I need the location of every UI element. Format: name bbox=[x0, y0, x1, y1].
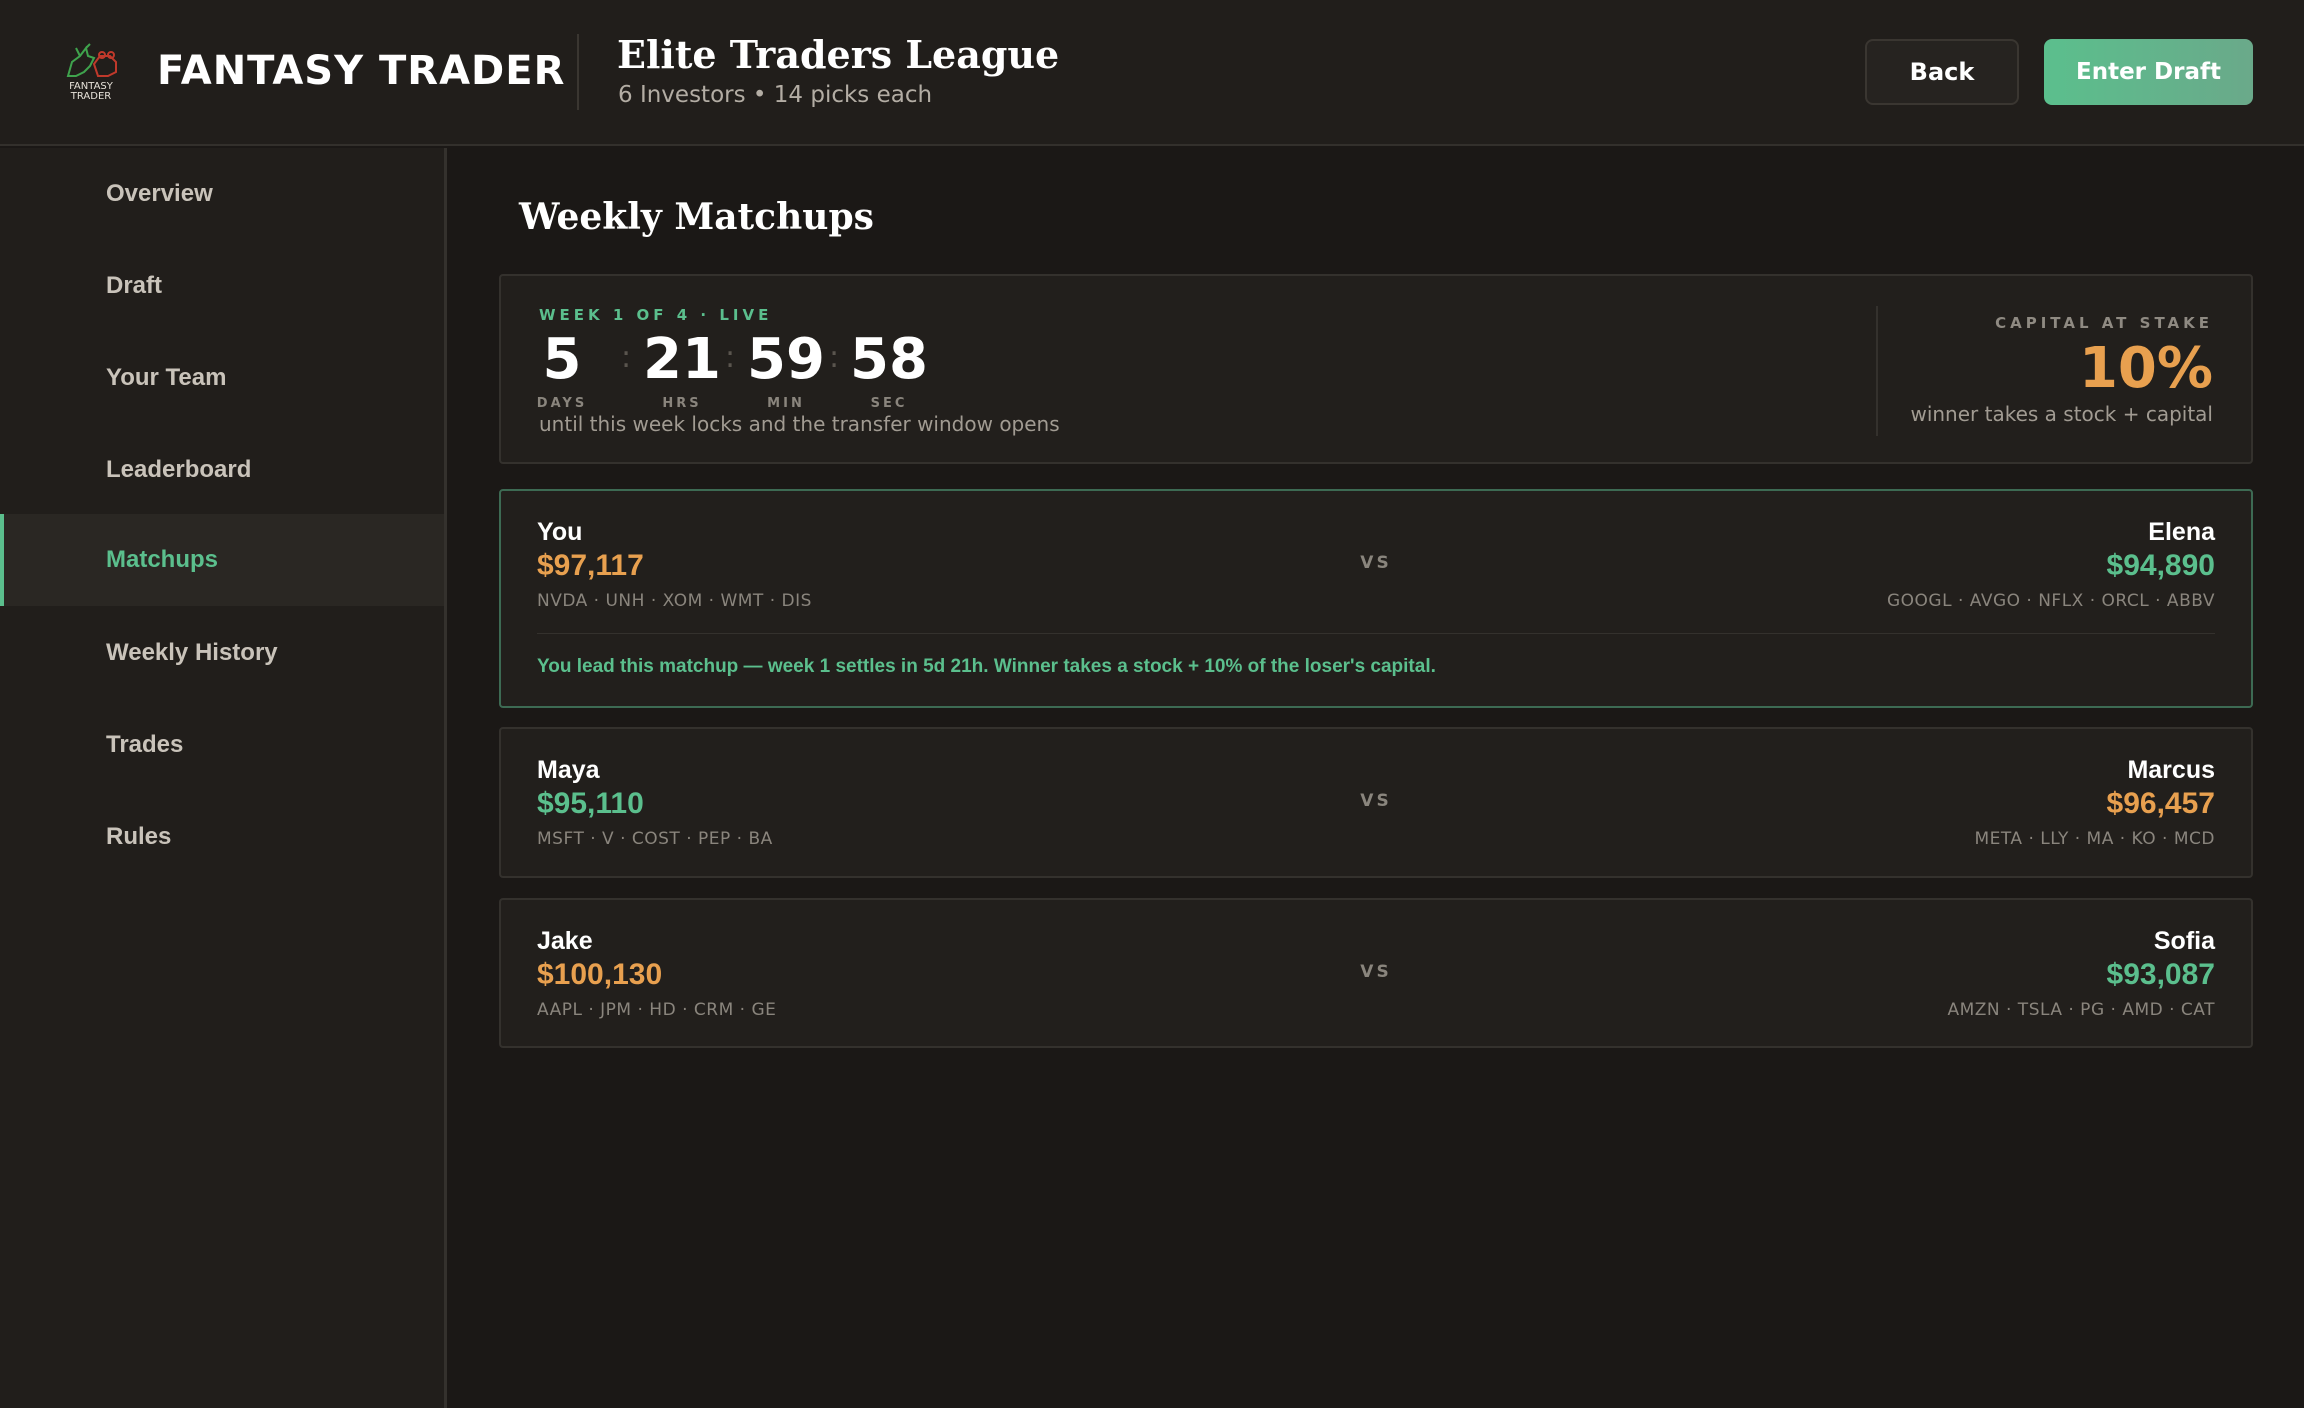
countdown-separator: : bbox=[621, 340, 632, 375]
countdown-days-value: 5 bbox=[542, 327, 582, 392]
matchup-lead-note: You lead this matchup — week 1 settles i… bbox=[537, 656, 1436, 677]
logo-text: FANTASY TRADER bbox=[69, 81, 113, 102]
sidebar-item-draft[interactable]: Draft bbox=[0, 240, 444, 332]
player-tickers: MSFT · V · COST · PEP · BA bbox=[537, 829, 773, 849]
countdown-days: 5 DAYS bbox=[527, 327, 597, 412]
week-status-label: WEEK 1 OF 4 · LIVE bbox=[539, 306, 773, 324]
countdown-separator: : bbox=[725, 340, 736, 375]
capital-stake-value: 10% bbox=[2078, 336, 2213, 401]
matchup-card[interactable]: You $97,117 NVDA · UNH · XOM · WMT · DIS… bbox=[499, 489, 2253, 708]
player-tickers: NVDA · UNH · XOM · WMT · DIS bbox=[537, 591, 812, 611]
countdown-separator: : bbox=[829, 340, 840, 375]
back-button[interactable]: Back bbox=[1865, 39, 2019, 105]
matchup-card[interactable]: Jake $100,130 AAPL · JPM · HD · CRM · GE… bbox=[499, 898, 2253, 1048]
brand-name: FANTASY TRADER bbox=[157, 48, 566, 94]
countdown-minutes-label: MIN bbox=[767, 396, 805, 411]
matchup-divider bbox=[537, 633, 2215, 634]
capital-stake-label: CAPITAL AT STAKE bbox=[1995, 314, 2213, 332]
league-subtitle: 6 Investors • 14 picks each bbox=[618, 82, 933, 108]
week-countdown-card: WEEK 1 OF 4 · LIVE 5 DAYS : 21 HRS : 59 … bbox=[499, 274, 2253, 464]
player-value: $96,457 bbox=[2106, 787, 2215, 820]
player-tickers: AMZN · TSLA · PG · AMD · CAT bbox=[1947, 1000, 2215, 1020]
player-value: $94,890 bbox=[2106, 549, 2215, 582]
player-tickers: AAPL · JPM · HD · CRM · GE bbox=[537, 1000, 777, 1020]
sidebar-item-your-team[interactable]: Your Team bbox=[0, 332, 444, 424]
countdown-seconds: 58 SEC bbox=[844, 327, 934, 412]
player-value: $93,087 bbox=[2106, 958, 2215, 991]
sidebar-item-overview[interactable]: Overview bbox=[0, 148, 444, 240]
matchup-right-player: Sofia $93,087 AMZN · TSLA · PG · AMD · C… bbox=[1947, 926, 2215, 1020]
top-header: FANTASY TRADER FANTASY TRADER Elite Trad… bbox=[0, 0, 2304, 146]
sidebar-item-matchups[interactable]: Matchups bbox=[0, 514, 444, 606]
enter-draft-button[interactable]: Enter Draft bbox=[2044, 39, 2253, 105]
countdown-minutes-value: 59 bbox=[747, 327, 825, 392]
countdown-note: until this week locks and the transfer w… bbox=[539, 412, 1060, 436]
page-title: Weekly Matchups bbox=[519, 196, 874, 238]
sidebar-item-leaderboard[interactable]: Leaderboard bbox=[0, 424, 444, 516]
matchup-card[interactable]: Maya $95,110 MSFT · V · COST · PEP · BA … bbox=[499, 727, 2253, 878]
countdown-divider bbox=[1876, 306, 1878, 436]
player-name: Marcus bbox=[2127, 756, 2215, 784]
player-name: Jake bbox=[537, 927, 593, 955]
sidebar-nav: Overview Draft Your Team Leaderboard Mat… bbox=[0, 148, 447, 1408]
player-name: Maya bbox=[537, 756, 600, 784]
player-name: Sofia bbox=[2153, 927, 2215, 955]
countdown-minutes: 59 MIN bbox=[741, 327, 831, 412]
sidebar-item-rules[interactable]: Rules bbox=[0, 791, 444, 883]
countdown-seconds-label: SEC bbox=[870, 396, 908, 411]
sidebar-item-trades[interactable]: Trades bbox=[0, 699, 444, 791]
sidebar-item-weekly-history[interactable]: Weekly History bbox=[0, 607, 444, 699]
capital-stake-note: winner takes a stock + capital bbox=[1910, 402, 2213, 426]
countdown-seconds-value: 58 bbox=[850, 327, 928, 392]
player-name: Elena bbox=[2148, 518, 2215, 546]
player-tickers: META · LLY · MA · KO · MCD bbox=[1974, 829, 2215, 849]
player-tickers: GOOGL · AVGO · NFLX · ORCL · ABBV bbox=[1886, 591, 2215, 611]
header-divider bbox=[577, 34, 579, 110]
matchup-right-player: Marcus $96,457 META · LLY · MA · KO · MC… bbox=[1974, 755, 2215, 849]
countdown-hours-value: 21 bbox=[643, 327, 721, 392]
app-logo: FANTASY TRADER bbox=[58, 42, 124, 102]
countdown-days-label: DAYS bbox=[536, 396, 588, 411]
countdown-hours: 21 HRS bbox=[637, 327, 727, 412]
player-name: You bbox=[537, 518, 583, 546]
countdown-hours-label: HRS bbox=[662, 396, 702, 411]
matchup-right-player: Elena $94,890 GOOGL · AVGO · NFLX · ORCL… bbox=[1887, 517, 2215, 611]
league-title: Elite Traders League bbox=[617, 32, 1060, 77]
